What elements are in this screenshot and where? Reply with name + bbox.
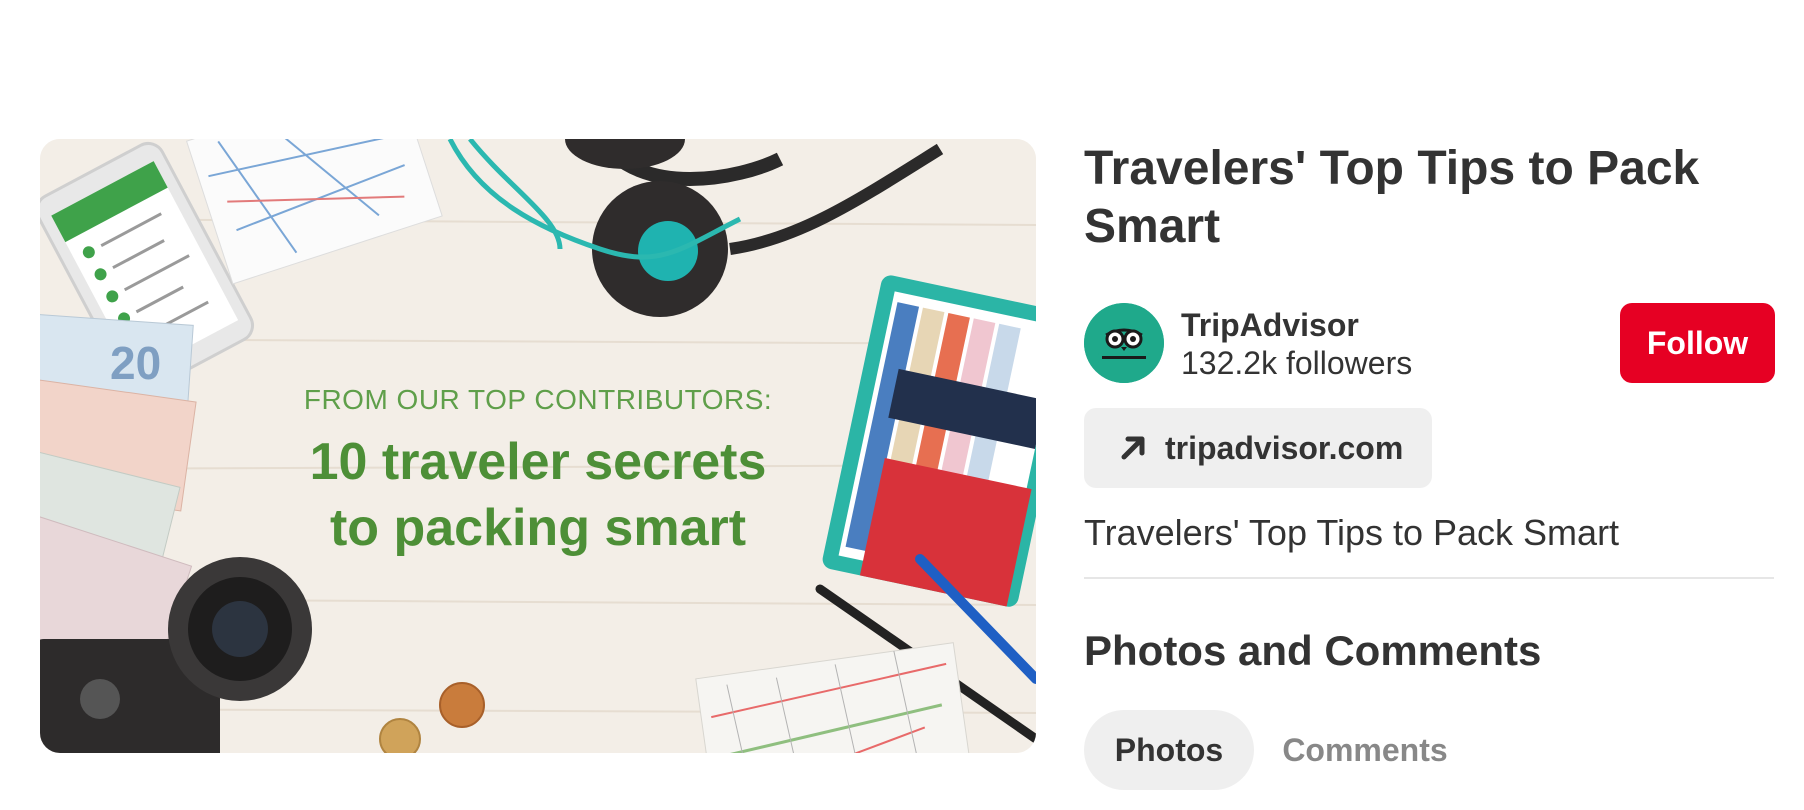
- pin-image-subheading: FROM OUR TOP CONTRIBUTORS:: [303, 384, 773, 415]
- arrow-up-right-icon: [1121, 436, 1145, 460]
- pin-title: Travelers' Top Tips to Pack Smart: [1084, 142, 1700, 253]
- divider: [1084, 577, 1774, 579]
- website-link-text: tripadvisor.com: [1165, 429, 1404, 466]
- pin-image-heading-line2: to packing smart: [329, 499, 747, 557]
- pin-image[interactable]: 20 FROM OUR TOP CONTRIBUTORS: 10 travele…: [40, 139, 1036, 753]
- svg-text:20: 20: [110, 337, 161, 389]
- follow-button[interactable]: Follow: [1620, 303, 1775, 383]
- pin-image-heading-line1: 10 traveler secrets: [309, 433, 767, 491]
- creator-followers: 132.2k followers: [1181, 345, 1413, 381]
- creator-name[interactable]: TripAdvisor: [1181, 307, 1359, 344]
- website-link-button[interactable]: tripadvisor.com: [1084, 408, 1432, 488]
- tab-photos[interactable]: Photos: [1084, 710, 1254, 790]
- tripadvisor-owl-logo-icon: [1084, 303, 1164, 383]
- pin-description: Travelers' Top Tips to Pack Smart: [1084, 512, 1620, 553]
- creator-avatar[interactable]: [1084, 303, 1164, 383]
- section-title: Photos and Comments: [1084, 627, 1542, 674]
- pin-image-heading: 10 traveler secrets to packing smart: [40, 429, 1036, 561]
- tab-comments[interactable]: Comments: [1270, 710, 1460, 790]
